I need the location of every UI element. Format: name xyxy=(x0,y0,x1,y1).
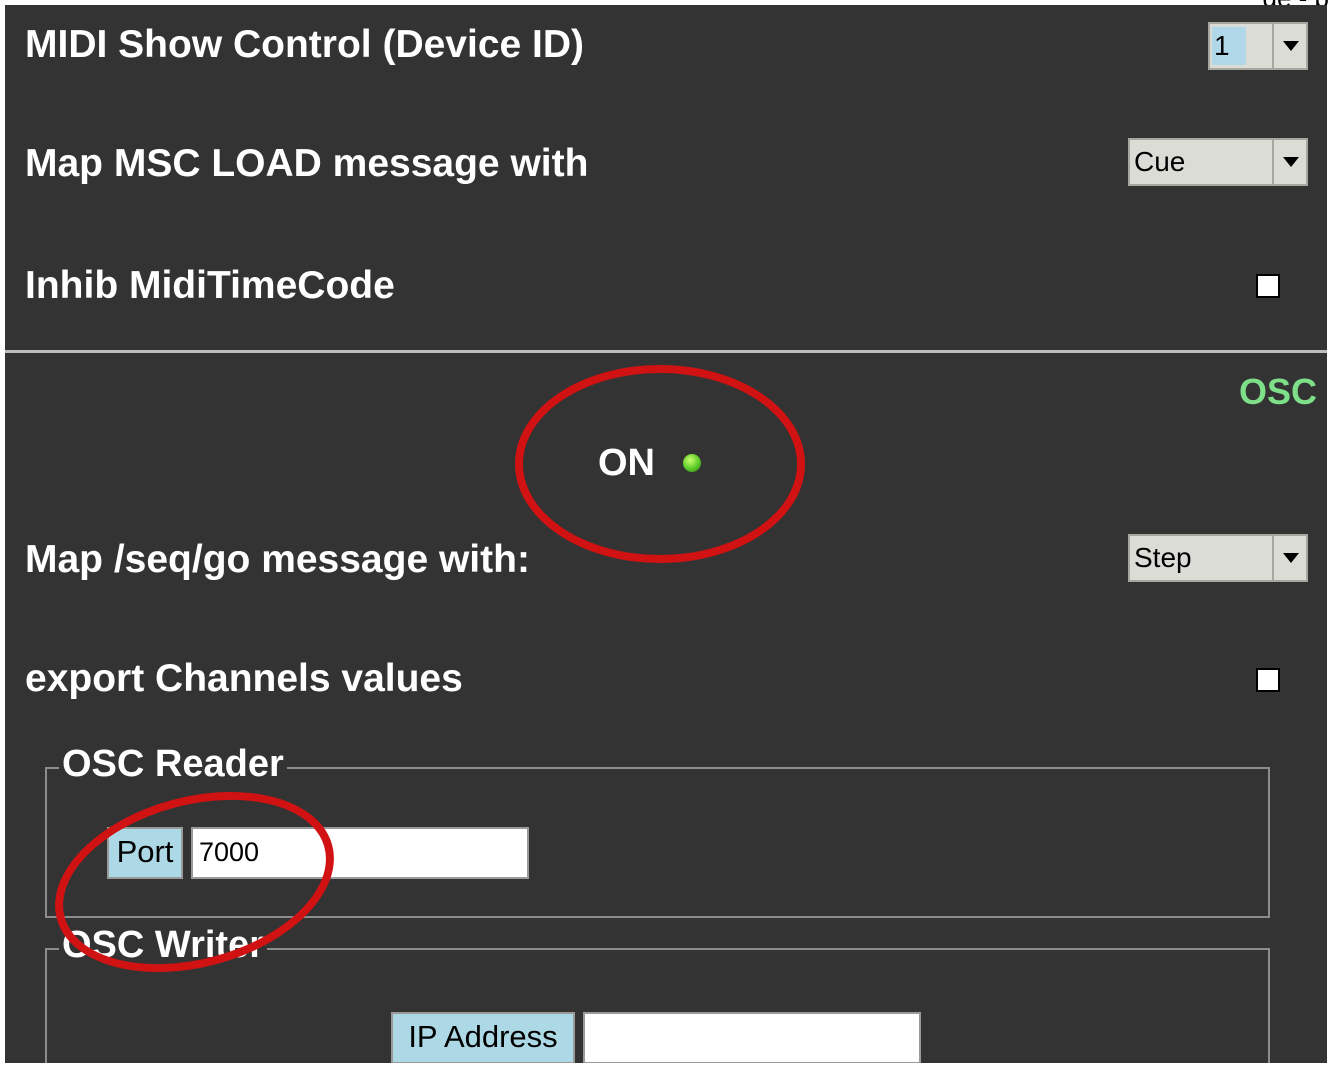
osc-writer-title: OSC Writer xyxy=(59,924,268,967)
inhib-mtc-checkbox[interactable] xyxy=(1256,274,1280,298)
ip-address-input[interactable] xyxy=(583,1012,921,1063)
msc-load-value: Cue xyxy=(1134,146,1186,177)
osc-writer-group: OSC Writer IP Address xyxy=(45,924,1270,1063)
highlight-ellipse-status xyxy=(515,365,805,563)
section-divider xyxy=(5,350,1327,353)
export-channels-checkbox[interactable] xyxy=(1256,668,1280,692)
seq-go-label: Map /seq/go message with: xyxy=(25,538,530,581)
osc-reader-title: OSC Reader xyxy=(59,743,287,786)
port-label: Port xyxy=(107,827,183,879)
chevron-down-icon[interactable] xyxy=(1272,536,1306,580)
msc-load-dropdown[interactable]: Cue xyxy=(1128,138,1308,186)
settings-panel: MIDI Show Control (Device ID) 1 Map MSC … xyxy=(5,5,1327,1063)
chevron-down-icon[interactable] xyxy=(1272,24,1306,68)
device-id-dropdown[interactable]: 1 xyxy=(1208,22,1308,70)
osc-section-title: OSC xyxy=(1238,371,1317,412)
port-input[interactable]: 7000 xyxy=(191,827,529,879)
chevron-down-icon[interactable] xyxy=(1272,140,1306,184)
status-led-icon xyxy=(683,454,701,472)
msc-load-label: Map MSC LOAD message with xyxy=(25,142,589,185)
ip-address-label: IP Address xyxy=(391,1012,575,1063)
inhib-mtc-label: Inhib MidiTimeCode xyxy=(25,264,395,307)
device-id-value: 1 xyxy=(1212,27,1246,65)
seq-go-dropdown[interactable]: Step xyxy=(1128,534,1308,582)
seq-go-value: Step xyxy=(1134,542,1192,573)
export-channels-label: export Channels values xyxy=(25,657,463,700)
msc-device-id-label: MIDI Show Control (Device ID) xyxy=(25,23,585,66)
osc-status-label: ON xyxy=(598,442,655,484)
osc-reader-group: OSC Reader Port 7000 xyxy=(45,743,1270,918)
